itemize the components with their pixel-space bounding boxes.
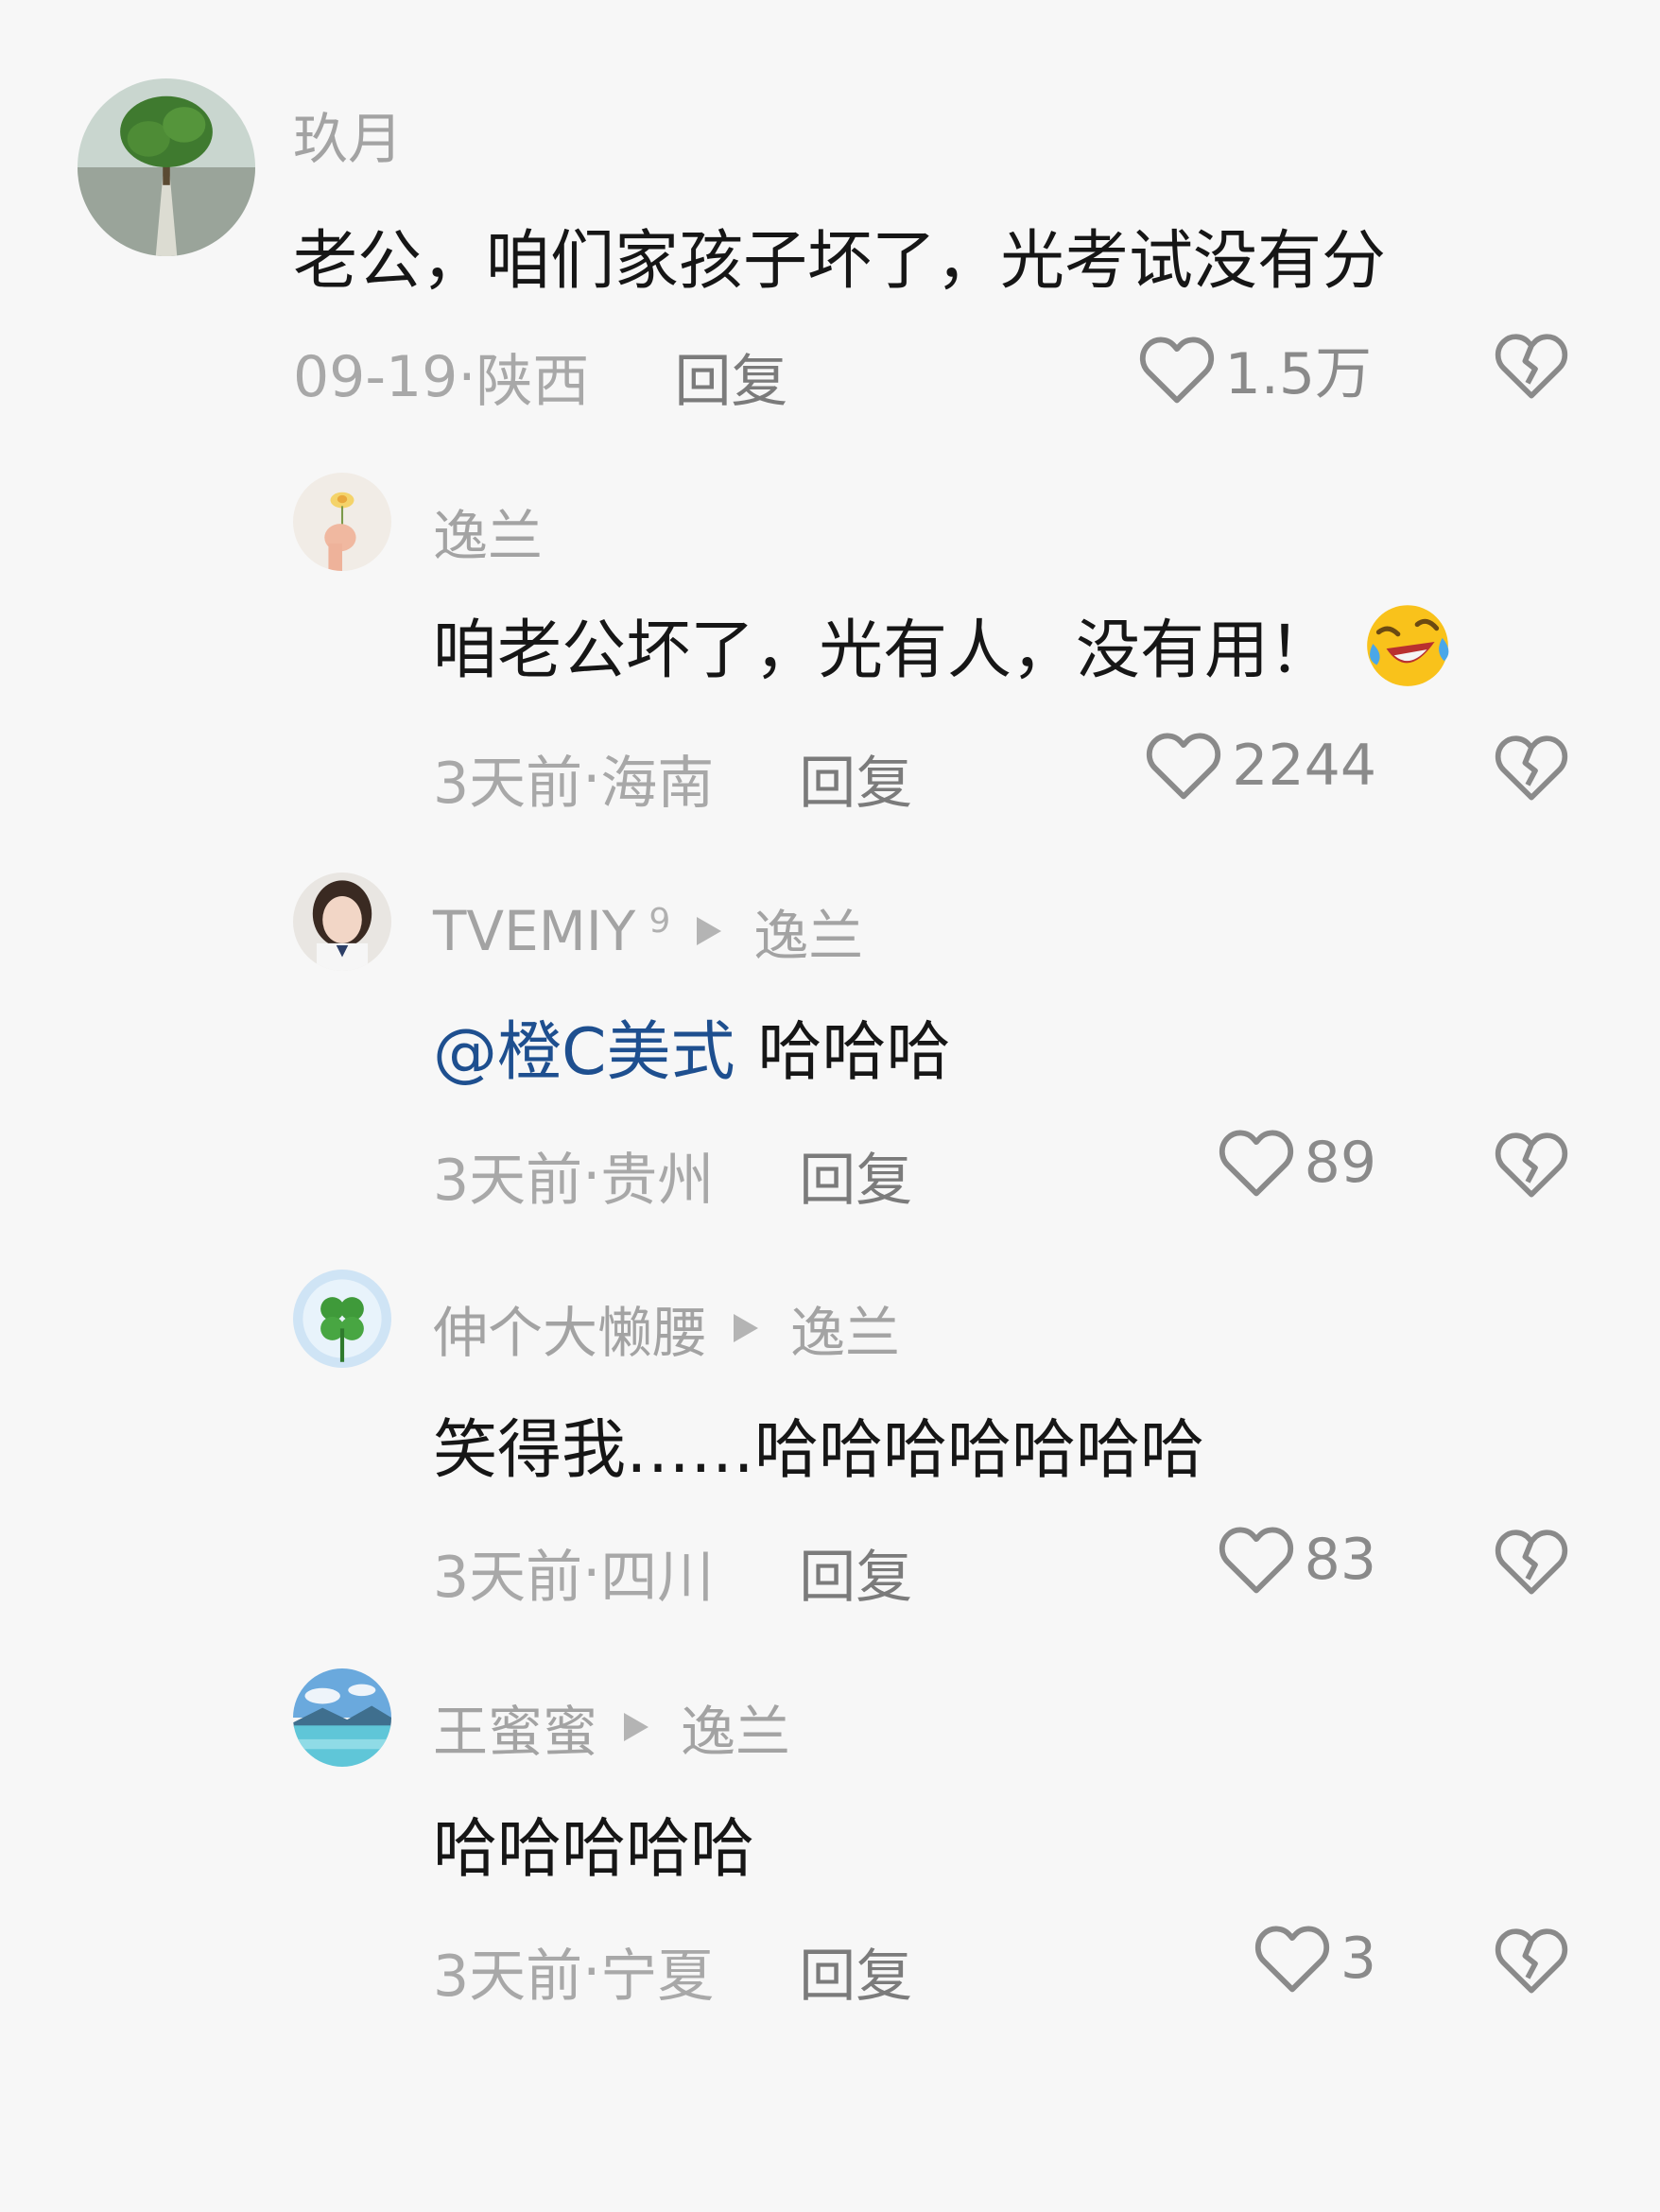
meta-separator: · (582, 1938, 601, 2005)
meta-separator: · (458, 343, 476, 410)
like-button[interactable]: 83 (1218, 1524, 1376, 1596)
comment-text: 哈哈哈哈哈 (433, 1796, 754, 1890)
comment-author-row: 伸个大懒腰 逸兰 (433, 1288, 900, 1368)
comment-author[interactable]: TVEMIY (433, 899, 635, 963)
comment-text-body: 老公，咱们家孩子坏了，光考试没有分 (293, 224, 1387, 299)
comment-text: 老公，咱们家孩子坏了，光考试没有分 (293, 208, 1386, 302)
user-badge: 9 (648, 901, 671, 941)
like-count: 1.5万 (1224, 341, 1372, 407)
comment-text-body: 笑得我……哈哈哈哈哈哈哈 (433, 1413, 1205, 1488)
comment-text: @橙C美式 哈哈哈 (433, 999, 951, 1093)
heart-icon (1139, 337, 1214, 403)
comment-author-row: 逸兰 (433, 492, 543, 571)
comment-meta: 3天前 · 贵州 回复 (433, 1134, 912, 1217)
reply-arrow-icon (734, 1314, 759, 1342)
meta-separator: · (582, 1539, 601, 1606)
reply-to-user[interactable]: 逸兰 (681, 1687, 790, 1767)
comment-author[interactable]: 逸兰 (433, 492, 543, 571)
laughing-crying-emoji (1367, 605, 1449, 686)
comment-text-body: 咱老公坏了，光有人，没有用！ (433, 613, 1334, 688)
heart-icon (1219, 1130, 1293, 1197)
comment-author[interactable]: 玖月 (293, 95, 403, 174)
tree-avatar[interactable] (78, 78, 255, 256)
reply-button[interactable]: 回复 (799, 737, 912, 820)
like-button[interactable]: 1.5万 (1138, 328, 1372, 410)
comment-location: 宁夏 (600, 1944, 715, 2010)
comment-date: 09-19 (293, 343, 458, 410)
comment-author[interactable]: 王蜜蜜 (433, 1687, 597, 1767)
meta-separator: · (582, 745, 601, 812)
heart-icon (1219, 1527, 1293, 1594)
comment-text-body: 哈哈哈 (757, 1015, 951, 1090)
comment-author-row: 玖月 (293, 95, 403, 174)
broken-heart-icon[interactable] (1494, 330, 1569, 402)
like-count: 89 (1304, 1130, 1376, 1196)
comment-author-row: 王蜜蜜 逸兰 (433, 1687, 790, 1767)
broken-heart-icon[interactable] (1494, 1129, 1569, 1201)
like-button[interactable]: 3 (1254, 1923, 1376, 1995)
reply-to-user[interactable]: 逸兰 (790, 1288, 900, 1368)
comment-date: 3天前 (433, 751, 583, 817)
reply-arrow-icon (697, 917, 722, 945)
comment-meta: 3天前 · 四川 回复 (433, 1531, 912, 1614)
flower-hand-avatar[interactable] (293, 473, 391, 571)
tree-avatar-icon (78, 78, 255, 256)
meta-separator: · (582, 1142, 601, 1209)
broken-heart-icon[interactable] (1494, 1925, 1569, 1996)
comment-meta: 3天前 · 宁夏 回复 (433, 1930, 912, 2013)
clover-avatar-icon (293, 1270, 391, 1368)
comment-author-row: TVEMIY 9 逸兰 (433, 891, 863, 971)
reply-button[interactable]: 回复 (799, 1930, 912, 2013)
reply-arrow-icon (624, 1713, 649, 1741)
like-count: 83 (1304, 1527, 1376, 1593)
reply-button[interactable]: 回复 (799, 1531, 912, 1614)
lake-avatar-icon (293, 1668, 391, 1767)
comment-meta: 3天前 · 海南 回复 (433, 737, 912, 820)
comment-location: 海南 (600, 751, 715, 817)
like-count: 3 (1340, 1926, 1376, 1992)
comment-text-body: 哈哈哈哈哈 (433, 1812, 755, 1887)
like-button[interactable]: 2244 (1145, 730, 1376, 802)
like-count: 2244 (1232, 733, 1376, 799)
mention-link[interactable]: @橙C美式 (433, 999, 735, 1093)
heart-icon (1147, 733, 1221, 800)
flower-hand-avatar-icon (293, 473, 391, 571)
comment-date: 3天前 (433, 1545, 583, 1611)
girl-avatar[interactable] (293, 873, 391, 971)
comment-location: 贵州 (600, 1148, 715, 1214)
broken-heart-icon[interactable] (1494, 1526, 1569, 1598)
broken-heart-icon[interactable] (1494, 732, 1569, 804)
comment-meta: 09-19 · 陕西 回复 (293, 336, 787, 418)
reply-button[interactable]: 回复 (674, 336, 787, 418)
comment-location: 陕西 (476, 349, 590, 415)
comment-date: 3天前 (433, 1148, 583, 1214)
comment-date: 3天前 (433, 1944, 583, 2010)
girl-avatar-icon (293, 873, 391, 971)
like-button[interactable]: 89 (1218, 1127, 1376, 1199)
reply-to-user[interactable]: 逸兰 (753, 891, 863, 971)
lake-avatar[interactable] (293, 1668, 391, 1767)
comment-location: 四川 (600, 1545, 715, 1611)
comment-text: 咱老公坏了，光有人，没有用！ (433, 596, 1456, 692)
heart-icon (1254, 1926, 1329, 1993)
comment-text: 笑得我……哈哈哈哈哈哈哈 (433, 1397, 1204, 1491)
clover-avatar[interactable] (293, 1270, 391, 1368)
reply-button[interactable]: 回复 (799, 1134, 912, 1217)
comment-author[interactable]: 伸个大懒腰 (433, 1288, 707, 1368)
